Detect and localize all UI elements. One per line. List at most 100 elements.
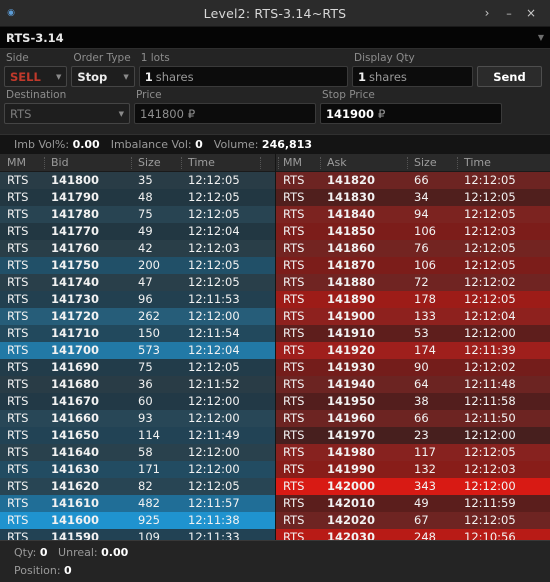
cell-time: 12:12:03 [464, 462, 516, 476]
cell-size: 133 [414, 309, 436, 323]
destination-field: Destination RTS ▼ [4, 89, 130, 124]
ask-header-time[interactable]: Time [464, 156, 491, 169]
imb-vol-pct-label: Imb Vol%: [14, 138, 70, 151]
table-row[interactable]: RTS 141620 82 12:12:05 [0, 478, 275, 495]
cell-price: 141610 [51, 496, 100, 510]
price-input[interactable]: 141800 ₽ [134, 103, 316, 124]
table-row[interactable]: RTS 141680 36 12:11:52 [0, 376, 275, 393]
table-row[interactable]: RTS 141790 48 12:12:05 [0, 189, 275, 206]
cell-time: 12:12:05 [464, 445, 516, 459]
table-row[interactable]: RTS 141780 75 12:12:05 [0, 206, 275, 223]
cell-mm: RTS [283, 224, 305, 238]
cell-time: 12:12:00 [188, 445, 240, 459]
table-row[interactable]: RTS 141850 106 12:12:03 [276, 223, 550, 240]
stop-price-input[interactable]: 141900 ₽ [320, 103, 502, 124]
table-row[interactable]: RTS 141710 150 12:11:54 [0, 325, 275, 342]
table-row[interactable]: RTS 141890 178 12:12:05 [276, 291, 550, 308]
cell-size: 23 [414, 428, 429, 442]
table-row[interactable]: RTS 141630 171 12:12:00 [0, 461, 275, 478]
expand-icon[interactable]: › [476, 2, 498, 24]
window-controls: › – × [476, 2, 550, 24]
quantity-input[interactable]: 1 shares [138, 66, 349, 87]
bid-header-time[interactable]: Time [188, 156, 215, 169]
table-row[interactable]: RTS 141970 23 12:12:00 [276, 427, 550, 444]
bid-header-size[interactable]: Size [138, 156, 161, 169]
cell-price: 141860 [327, 241, 376, 255]
cell-price: 141790 [51, 190, 100, 204]
cell-size: 106 [414, 224, 436, 238]
table-row[interactable]: RTS 141870 106 12:12:05 [276, 257, 550, 274]
chevron-down-icon: ▼ [55, 72, 62, 81]
symbol-selector[interactable]: RTS-3.14 ▼ [0, 27, 550, 49]
table-row[interactable]: RTS 141830 34 12:12:05 [276, 189, 550, 206]
table-row[interactable]: RTS 141750 200 12:12:05 [0, 257, 275, 274]
bid-header-price[interactable]: Bid [51, 156, 69, 169]
table-row[interactable]: RTS 141700 573 12:12:04 [0, 342, 275, 359]
table-row[interactable]: RTS 142000 343 12:12:00 [276, 478, 550, 495]
table-row[interactable]: RTS 141920 174 12:11:39 [276, 342, 550, 359]
cell-size: 96 [138, 292, 153, 306]
close-icon[interactable]: × [520, 2, 542, 24]
table-row[interactable]: RTS 141720 262 12:12:00 [0, 308, 275, 325]
cell-size: 925 [138, 513, 160, 527]
table-row[interactable]: RTS 141880 72 12:12:02 [276, 274, 550, 291]
cell-time: 12:12:05 [188, 479, 240, 493]
quantity-unit: shares [155, 69, 194, 84]
cell-time: 12:12:03 [188, 241, 240, 255]
table-row[interactable]: RTS 141650 114 12:11:49 [0, 427, 275, 444]
table-row[interactable]: RTS 141590 109 12:11:33 [0, 529, 275, 540]
cell-mm: RTS [7, 479, 29, 493]
table-row[interactable]: RTS 141940 64 12:11:48 [276, 376, 550, 393]
table-row[interactable]: RTS 141990 132 12:12:03 [276, 461, 550, 478]
cell-mm: RTS [7, 190, 29, 204]
cell-size: 573 [138, 343, 160, 357]
cell-size: 53 [414, 326, 429, 340]
table-row[interactable]: RTS 141740 47 12:12:05 [0, 274, 275, 291]
display-qty-value: 1 [358, 69, 367, 84]
ask-header-size[interactable]: Size [414, 156, 437, 169]
cell-time: 12:12:05 [464, 292, 516, 306]
table-row[interactable]: RTS 141640 58 12:12:00 [0, 444, 275, 461]
table-row[interactable]: RTS 141910 53 12:12:00 [276, 325, 550, 342]
table-row[interactable]: RTS 141860 76 12:12:05 [276, 240, 550, 257]
table-row[interactable]: RTS 141610 482 12:11:57 [0, 495, 275, 512]
table-row[interactable]: RTS 141690 75 12:12:05 [0, 359, 275, 376]
destination-select[interactable]: RTS ▼ [4, 103, 130, 124]
ask-header-mm[interactable]: MM [283, 156, 302, 169]
table-row[interactable]: RTS 141980 117 12:12:05 [276, 444, 550, 461]
table-row[interactable]: RTS 142010 49 12:11:59 [276, 495, 550, 512]
table-row[interactable]: RTS 141730 96 12:11:53 [0, 291, 275, 308]
table-row[interactable]: RTS 141960 66 12:11:50 [276, 410, 550, 427]
table-row[interactable]: RTS 141670 60 12:12:00 [0, 393, 275, 410]
cell-mm: RTS [7, 360, 29, 374]
cell-mm: RTS [283, 326, 305, 340]
cell-mm: RTS [283, 530, 305, 540]
table-row[interactable]: RTS 141660 93 12:12:00 [0, 410, 275, 427]
table-row[interactable]: RTS 142030 248 12:10:56 [276, 529, 550, 540]
cell-size: 132 [414, 462, 436, 476]
table-row[interactable]: RTS 141760 42 12:12:03 [0, 240, 275, 257]
cell-mm: RTS [283, 462, 305, 476]
cell-price: 141800 [51, 173, 100, 187]
table-row[interactable]: RTS 141900 133 12:12:04 [276, 308, 550, 325]
side-select[interactable]: SELL ▼ [4, 66, 68, 87]
bid-header-mm[interactable]: MM [7, 156, 26, 169]
cell-mm: RTS [283, 479, 305, 493]
order-type-select[interactable]: Stop ▼ [71, 66, 135, 87]
table-row[interactable]: RTS 141930 90 12:12:02 [276, 359, 550, 376]
display-qty-input[interactable]: 1 shares [352, 66, 473, 87]
send-button[interactable]: Send [476, 66, 542, 87]
cell-size: 90 [414, 360, 429, 374]
cell-mm: RTS [7, 411, 29, 425]
table-row[interactable]: RTS 142020 67 12:12:05 [276, 512, 550, 529]
ask-header-price[interactable]: Ask [327, 156, 347, 169]
minimize-icon[interactable]: – [498, 2, 520, 24]
table-row[interactable]: RTS 141600 925 12:11:38 [0, 512, 275, 529]
cell-price: 141850 [327, 224, 376, 238]
table-row[interactable]: RTS 141800 35 12:12:05 [0, 172, 275, 189]
table-row[interactable]: RTS 141820 66 12:12:05 [276, 172, 550, 189]
order-entry-form: Side SELL ▼ Order Type Stop ▼ 1 lots 1 s… [0, 49, 550, 134]
table-row[interactable]: RTS 141770 49 12:12:04 [0, 223, 275, 240]
table-row[interactable]: RTS 141950 38 12:11:58 [276, 393, 550, 410]
table-row[interactable]: RTS 141840 94 12:12:05 [276, 206, 550, 223]
